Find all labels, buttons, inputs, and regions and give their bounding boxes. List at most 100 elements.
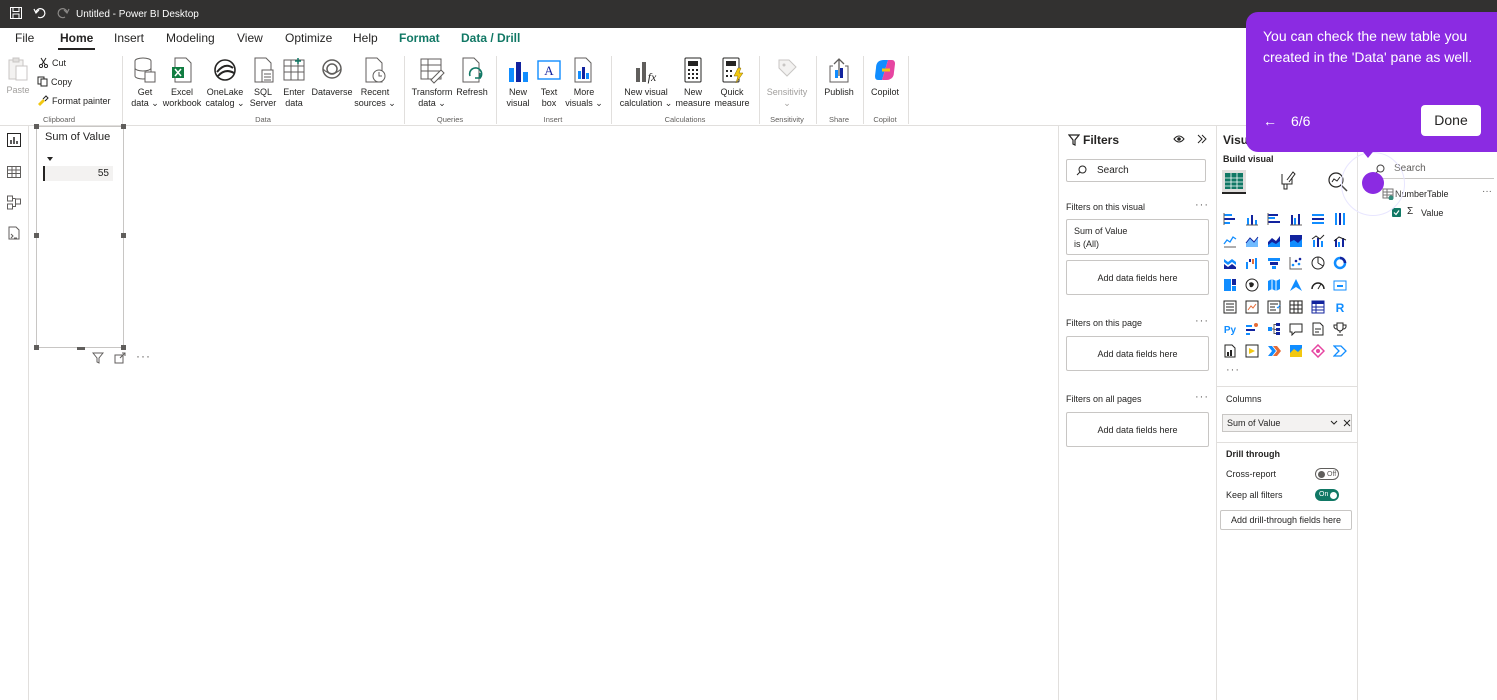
100-stacked-area-chart-icon[interactable] (1289, 234, 1303, 248)
gauge-icon[interactable] (1311, 278, 1325, 292)
undo-icon[interactable] (33, 6, 47, 20)
more-options-icon[interactable]: ··· (1482, 186, 1492, 197)
tab-optimize[interactable]: Optimize (283, 31, 334, 45)
redo-icon[interactable] (56, 6, 70, 20)
metrics-icon[interactable] (1311, 344, 1325, 358)
copilot-button[interactable]: Copilot (867, 56, 903, 98)
done-button[interactable]: Done (1421, 105, 1481, 136)
table-view-icon[interactable] (6, 164, 22, 180)
tab-help[interactable]: Help (351, 31, 380, 45)
100-stacked-bar-chart-icon[interactable] (1311, 212, 1325, 226)
treemap-icon[interactable] (1223, 278, 1237, 292)
scatter-chart-icon[interactable] (1289, 256, 1303, 270)
guide-hotspot[interactable] (1362, 172, 1384, 194)
recent-sources-button[interactable]: Recent sources ⌄ (354, 56, 396, 109)
funnel-chart-icon[interactable] (1267, 256, 1281, 270)
more-options-icon[interactable]: ··· (1195, 391, 1209, 403)
more-visuals-icon[interactable]: ··· (1226, 364, 1240, 376)
transform-data-button[interactable]: Transform data ⌄ (410, 56, 454, 109)
donut-chart-icon[interactable] (1333, 256, 1347, 270)
paginated-report-icon[interactable] (1223, 344, 1237, 358)
table-visual-icon[interactable] (1289, 300, 1303, 314)
eye-icon[interactable] (1173, 134, 1185, 144)
resize-handle[interactable] (34, 233, 39, 238)
sql-server-button[interactable]: SQL Server (248, 56, 278, 109)
filter-icon[interactable] (92, 352, 104, 364)
cross-report-toggle[interactable]: Off (1315, 468, 1339, 480)
report-canvas[interactable]: Sum of Value 55 ··· (29, 124, 1057, 700)
clustered-column-chart-icon[interactable] (1289, 212, 1303, 226)
publish-button[interactable]: Publish (821, 56, 857, 98)
add-drill-through-fields[interactable]: Add drill-through fields here (1220, 510, 1352, 530)
key-influencers-icon[interactable] (1245, 322, 1259, 336)
columns-field-well[interactable]: Sum of Value (1222, 414, 1352, 432)
back-arrow-icon[interactable]: ← (1263, 113, 1277, 129)
text-box-button[interactable]: A Text box (534, 56, 564, 109)
report-view-icon[interactable] (6, 132, 22, 148)
save-icon[interactable] (9, 6, 23, 20)
stacked-column-chart-icon[interactable] (1245, 212, 1259, 226)
new-visual-calculation-button[interactable]: fx New visual calculation ⌄ (619, 56, 673, 109)
pie-chart-icon[interactable] (1311, 256, 1325, 270)
format-painter-button[interactable]: Format painter (37, 94, 111, 108)
area-chart-icon[interactable] (1245, 234, 1259, 248)
filled-map-icon[interactable] (1267, 278, 1281, 292)
trophy-goals-icon[interactable] (1333, 322, 1347, 336)
excel-workbook-button[interactable]: Excel workbook (162, 56, 202, 109)
model-view-icon[interactable] (6, 194, 22, 210)
add-data-fields-page[interactable]: Add data fields here (1066, 336, 1209, 371)
collapse-pane-icon[interactable] (1196, 133, 1208, 145)
tab-data-drill[interactable]: Data / Drill (459, 31, 522, 45)
paste-button[interactable]: Paste (4, 56, 32, 96)
format-visual-tab[interactable] (1275, 170, 1299, 194)
table-cell-value[interactable]: 55 (43, 166, 113, 181)
stacked-bar-chart-icon[interactable] (1223, 212, 1237, 226)
line-and-clustered-column-chart-icon[interactable] (1333, 234, 1347, 248)
tab-view[interactable]: View (235, 31, 265, 45)
100-stacked-column-chart-icon[interactable] (1333, 212, 1347, 226)
column-header[interactable]: Sum of Value (45, 131, 110, 143)
chevron-down-icon[interactable] (1330, 419, 1338, 427)
more-visuals-button[interactable]: More visuals ⌄ (564, 56, 604, 109)
add-data-fields-visual[interactable]: Add data fields here (1066, 260, 1209, 295)
resize-handle[interactable] (34, 345, 39, 350)
tab-insert[interactable]: Insert (112, 31, 146, 45)
chevron-visual-icon[interactable] (1333, 344, 1347, 358)
focus-mode-icon[interactable] (114, 352, 126, 364)
quick-measure-button[interactable]: Quick measure (712, 56, 752, 109)
new-visual-button[interactable]: New visual (503, 56, 533, 109)
more-options-icon[interactable]: ··· (136, 349, 151, 363)
slicer-icon[interactable] (1267, 300, 1281, 314)
build-visual-tab[interactable] (1222, 170, 1246, 194)
tab-file[interactable]: File (13, 31, 36, 45)
field-node-value[interactable]: Σ Value (1392, 206, 1492, 221)
close-icon[interactable] (1343, 419, 1351, 427)
sensitivity-button[interactable]: Sensitivity ⌄ (765, 56, 809, 109)
get-data-button[interactable]: Get data ⌄ (125, 56, 165, 109)
resize-handle[interactable] (121, 345, 126, 350)
add-data-fields-all-pages[interactable]: Add data fields here (1066, 412, 1209, 447)
more-options-icon[interactable]: ··· (1195, 315, 1209, 327)
cut-button[interactable]: Cut (38, 56, 66, 70)
multi-row-card-icon[interactable] (1223, 300, 1237, 314)
checkbox-checked-icon[interactable] (1392, 208, 1401, 217)
dataverse-button[interactable]: Dataverse (310, 56, 354, 98)
resize-handle[interactable] (121, 233, 126, 238)
sort-arrow-icon[interactable] (47, 157, 53, 161)
more-options-icon[interactable]: ··· (1195, 199, 1209, 211)
filters-search-input[interactable]: Search (1066, 159, 1206, 182)
tab-home[interactable]: Home (58, 31, 96, 50)
ribbon-chart-icon[interactable] (1223, 256, 1237, 270)
card-icon[interactable] (1333, 278, 1347, 292)
map-icon[interactable] (1245, 278, 1259, 292)
clustered-bar-chart-icon[interactable] (1267, 212, 1281, 226)
copy-button[interactable]: Copy (37, 75, 72, 89)
refresh-button[interactable]: Refresh (454, 56, 490, 98)
qa-visual-icon[interactable] (1289, 322, 1303, 336)
power-apps-icon[interactable] (1245, 344, 1259, 358)
smart-narrative-icon[interactable] (1311, 322, 1325, 336)
onelake-catalog-button[interactable]: OneLake catalog ⌄ (203, 56, 247, 109)
enter-data-button[interactable]: Enter data (279, 56, 309, 109)
new-measure-button[interactable]: New measure (674, 56, 712, 109)
table-visual[interactable]: Sum of Value 55 (34, 124, 126, 350)
